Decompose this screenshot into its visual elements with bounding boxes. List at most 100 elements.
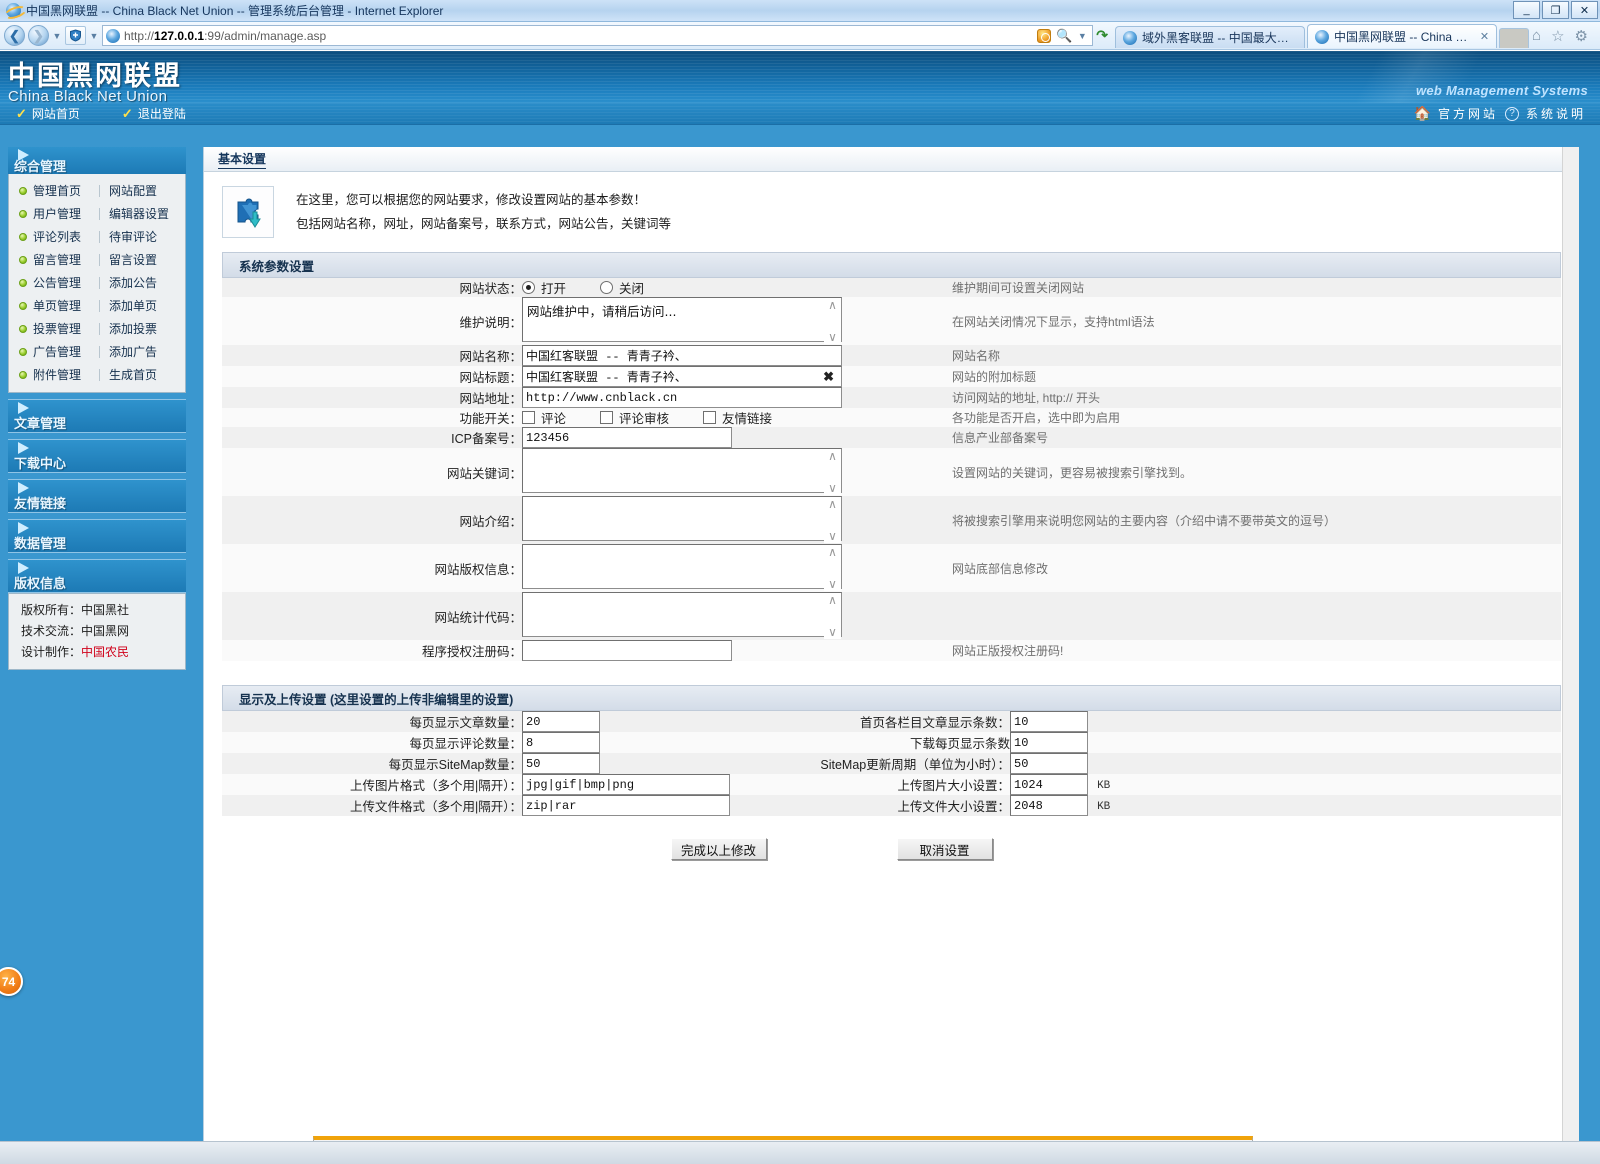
sidebar-item-add-ad[interactable]: 添加广告 bbox=[109, 343, 157, 360]
url-host: 127.0.0.1 bbox=[154, 28, 205, 43]
radio-close[interactable] bbox=[600, 281, 614, 294]
back-button[interactable]: ❮ bbox=[4, 25, 25, 46]
sidebar-item-message-mgmt[interactable]: 留言管理 bbox=[33, 251, 99, 268]
comments-per-page-input[interactable] bbox=[522, 732, 600, 753]
address-bar[interactable]: http://127.0.0.1:99/admin/manage.asp 🔍 ▼ bbox=[102, 25, 1094, 46]
sidebar: 综合管理 管理首页 网站配置 用户管理 编辑器设置 评论列表 待审评论 留言管理… bbox=[0, 147, 193, 670]
file-formats-input[interactable] bbox=[522, 795, 730, 816]
checkbox-group-features: 评论 评论审核 友情链接 bbox=[522, 408, 952, 427]
recent-pages-chevron-icon[interactable]: ▼ bbox=[52, 31, 62, 41]
nav-official-site-label[interactable]: 官方网站 bbox=[1438, 105, 1498, 122]
shield-dropdown-chevron-icon[interactable]: ▼ bbox=[89, 31, 99, 41]
sidebar-item-admin-home[interactable]: 管理首页 bbox=[33, 182, 99, 199]
field-copyright: ∧ ∨ bbox=[522, 544, 952, 592]
description-textarea[interactable] bbox=[522, 496, 842, 541]
refresh-icon[interactable]: ↷ bbox=[1096, 27, 1108, 44]
sidebar-item-site-config[interactable]: 网站配置 bbox=[109, 182, 157, 199]
sidebar-item-pending-comments[interactable]: 待审评论 bbox=[109, 228, 157, 245]
site-name-input[interactable] bbox=[522, 345, 842, 366]
sidebar-item-announcement-mgmt[interactable]: 公告管理 bbox=[33, 274, 99, 291]
license-input[interactable] bbox=[522, 640, 732, 661]
radio-open[interactable] bbox=[522, 281, 535, 294]
new-tab-button[interactable] bbox=[1499, 28, 1530, 48]
search-dropdown-chevron-icon[interactable]: ▼ bbox=[1077, 31, 1087, 41]
clear-input-icon[interactable]: ✖ bbox=[823, 369, 834, 385]
field-file-size: KB bbox=[1010, 795, 1561, 816]
maintenance-textarea[interactable] bbox=[522, 297, 842, 342]
icp-input[interactable] bbox=[522, 427, 732, 448]
copyright-textarea[interactable] bbox=[522, 544, 842, 589]
checkbox-friend-links[interactable] bbox=[703, 411, 717, 424]
download-per-page-input[interactable] bbox=[1010, 732, 1088, 753]
image-size-input[interactable] bbox=[1010, 774, 1088, 795]
checkbox-comments[interactable] bbox=[522, 411, 535, 424]
articles-per-page-input[interactable] bbox=[522, 711, 600, 732]
keywords-textarea[interactable] bbox=[522, 448, 842, 493]
file-size-input[interactable] bbox=[1010, 795, 1088, 816]
close-button[interactable]: ✕ bbox=[1571, 1, 1598, 19]
bullet-icon bbox=[19, 209, 27, 218]
label-sitemap-per-page: 每页显示SiteMap数量： bbox=[388, 758, 522, 772]
settings-gear-icon[interactable]: ⚙ bbox=[1575, 27, 1588, 45]
cancel-button[interactable]: 取消设置 bbox=[896, 838, 993, 860]
maximize-button[interactable]: ❐ bbox=[1542, 1, 1569, 19]
sidebar-item-attachment-mgmt[interactable]: 附件管理 bbox=[33, 366, 99, 383]
url-path: /admin/manage.asp bbox=[220, 28, 327, 43]
sidebar-item-poll-mgmt[interactable]: 投票管理 bbox=[33, 320, 99, 337]
sidebar-item-add-announcement[interactable]: 添加公告 bbox=[109, 274, 157, 291]
sidebar-section-data[interactable]: 数据管理 bbox=[8, 519, 186, 553]
sidebar-item-add-page[interactable]: 添加单页 bbox=[109, 297, 157, 314]
sidebar-section-articles[interactable]: 文章管理 bbox=[8, 399, 186, 433]
hint-license: 网站正版授权注册码! bbox=[952, 644, 1064, 658]
sidebar-item-editor-settings[interactable]: 编辑器设置 bbox=[109, 205, 169, 222]
form-row-site-name: 网站名称： 网站名称 bbox=[222, 345, 1561, 366]
bullet-icon bbox=[19, 278, 27, 287]
browser-tab-1[interactable]: 域外黑客联盟 -- 中国最大网... bbox=[1115, 26, 1306, 48]
stats-code-textarea[interactable] bbox=[522, 592, 842, 637]
home-column-articles-input[interactable] bbox=[1010, 711, 1088, 732]
hint-feature-switches: 各功能是否开启，选中即为启用 bbox=[952, 411, 1121, 425]
sidebar-item-user-mgmt[interactable]: 用户管理 bbox=[33, 205, 99, 222]
submit-button[interactable]: 完成以上修改 bbox=[670, 838, 767, 860]
notification-count-badge[interactable]: 74 bbox=[0, 967, 23, 996]
favorites-star-icon[interactable]: ☆ bbox=[1551, 27, 1564, 45]
sidebar-item-page-mgmt[interactable]: 单页管理 bbox=[33, 297, 99, 314]
sidebar-section-copyright[interactable]: 版权信息 bbox=[8, 559, 186, 593]
image-formats-input[interactable] bbox=[522, 774, 730, 795]
sidebar-item-ad-mgmt[interactable]: 广告管理 bbox=[33, 343, 99, 360]
field-home-column-articles bbox=[1010, 711, 1561, 732]
sidebar-section-downloads[interactable]: 下载中心 bbox=[8, 439, 186, 473]
minimize-button[interactable]: _ bbox=[1513, 1, 1540, 19]
nav-system-help-label[interactable]: 系统说明 bbox=[1526, 105, 1586, 122]
sitemap-update-cycle-input[interactable] bbox=[1010, 753, 1088, 774]
search-icon[interactable]: 🔍 bbox=[1056, 28, 1072, 44]
sidebar-item-comment-list[interactable]: 评论列表 bbox=[33, 228, 99, 245]
forward-button[interactable]: ❯ bbox=[28, 25, 49, 46]
field-image-size: KB bbox=[1010, 774, 1561, 795]
sidebar-item-message-settings[interactable]: 留言设置 bbox=[109, 251, 157, 268]
textarea-wrap: ∧ ∨ bbox=[522, 592, 842, 640]
sidebar-item-generate-home[interactable]: 生成首页 bbox=[109, 366, 157, 383]
checkbox-comment-review[interactable] bbox=[600, 411, 614, 424]
nav-item-logout[interactable]: ✓ 退出登陆 bbox=[122, 105, 186, 122]
sidebar-menu-general: 管理首页 网站配置 用户管理 编辑器设置 评论列表 待审评论 留言管理 留言设置… bbox=[8, 174, 186, 393]
page-scrollbar[interactable] bbox=[1562, 147, 1579, 1141]
nav-item-home[interactable]: ✓ 网站首页 bbox=[16, 105, 80, 122]
compatibility-view-icon[interactable] bbox=[1037, 28, 1052, 43]
compatibility-shield-icon[interactable] bbox=[65, 26, 86, 45]
tab-close-icon[interactable]: ✕ bbox=[1480, 30, 1489, 43]
textarea-wrap: ∧ ∨ bbox=[522, 448, 842, 496]
sitemap-per-page-input[interactable] bbox=[522, 753, 600, 774]
check-icon: ✓ bbox=[16, 105, 27, 121]
browser-tab-2[interactable]: 中国黑网联盟 -- China Bla... ✕ bbox=[1307, 24, 1498, 48]
sidebar-section-links[interactable]: 友情链接 bbox=[8, 479, 186, 513]
home-icon[interactable]: ⌂ bbox=[1532, 27, 1541, 45]
site-title-input[interactable] bbox=[522, 366, 842, 387]
tab-2-label: 中国黑网联盟 -- China Bla... bbox=[1334, 30, 1475, 44]
copyright-design-value[interactable]: 中国农民 bbox=[81, 645, 129, 659]
sidebar-item-add-poll[interactable]: 添加投票 bbox=[109, 320, 157, 337]
field-image-formats bbox=[522, 774, 730, 795]
site-url-input[interactable] bbox=[522, 387, 842, 408]
section-header-display-upload: 显示及上传设置 (这里设置的上传非编辑里的设置) bbox=[222, 685, 1561, 711]
copyright-row-owner: 版权所有：中国黑社 bbox=[9, 599, 185, 620]
